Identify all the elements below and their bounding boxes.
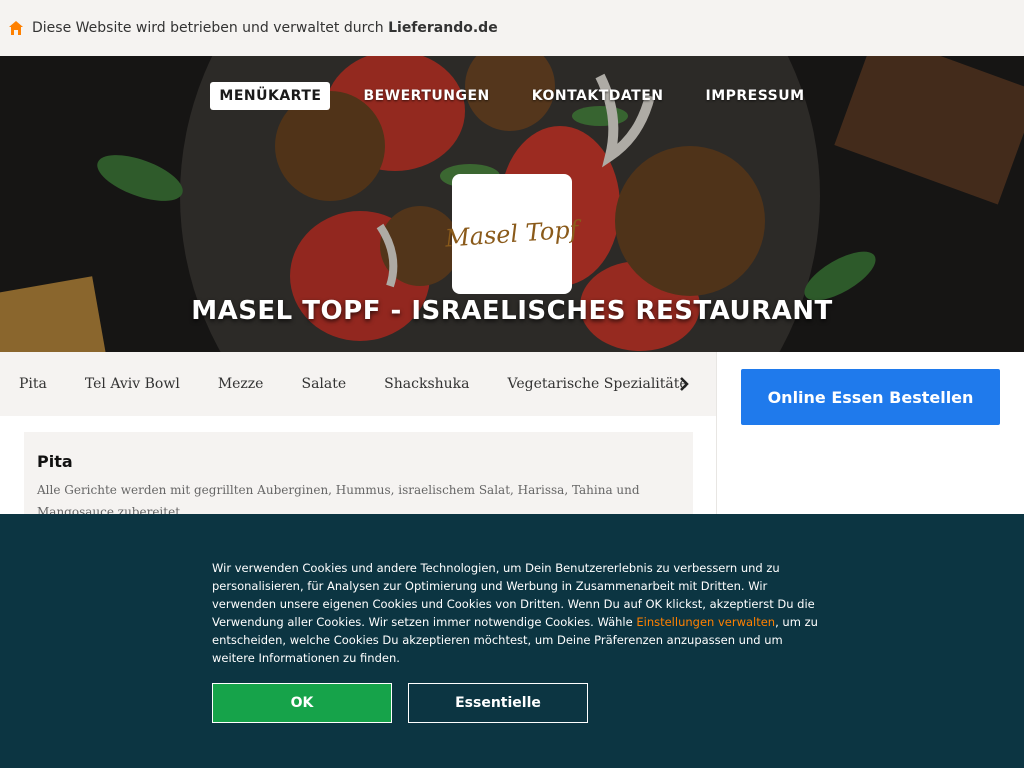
restaurant-logo: Masel Topf	[444, 174, 580, 294]
section-title: Pita	[37, 452, 73, 471]
cookie-essential-button[interactable]: Essentielle	[408, 683, 588, 723]
nav-bewertungen[interactable]: BEWERTUNGEN	[354, 82, 498, 110]
category-tab-mezze[interactable]: Mezze	[218, 376, 264, 392]
operator-text: Diese Website wird betrieben und verwalt…	[32, 20, 498, 36]
house-icon	[9, 21, 23, 35]
cookie-message: Wir verwenden Cookies und andere Technol…	[212, 559, 822, 667]
operator-bar: Diese Website wird betrieben und verwalt…	[0, 0, 1024, 56]
nav-kontaktdaten[interactable]: KONTAKTDATEN	[523, 82, 673, 110]
restaurant-title: MASEL TOPF - ISRAELISCHES RESTAURANT	[191, 296, 833, 326]
hero-banner: MENÜKARTE BEWERTUNGEN KONTAKTDATEN IMPRE…	[0, 56, 1024, 352]
order-online-button[interactable]: Online Essen Bestellen	[741, 369, 1000, 425]
main-nav: MENÜKARTE BEWERTUNGEN KONTAKTDATEN IMPRE…	[0, 82, 1024, 110]
chevron-right-icon[interactable]	[672, 372, 696, 396]
manage-settings-link[interactable]: Einstellungen verwalten	[636, 615, 775, 629]
nav-impressum[interactable]: IMPRESSUM	[696, 82, 813, 110]
category-tab-vegetarische[interactable]: Vegetarische Spezialitäte	[508, 376, 688, 392]
category-tab-shackshuka[interactable]: Shackshuka	[384, 376, 469, 392]
operator-brand[interactable]: Lieferando.de	[388, 20, 498, 36]
logo-text: Masel Topf	[444, 215, 580, 253]
category-tab-pita[interactable]: Pita	[19, 376, 47, 392]
cookie-ok-button[interactable]: OK	[212, 683, 392, 723]
nav-menukarte[interactable]: MENÜKARTE	[210, 82, 331, 110]
cookie-banner: Wir verwenden Cookies und andere Technol…	[0, 514, 1024, 768]
category-tab-tel-aviv-bowl[interactable]: Tel Aviv Bowl	[85, 376, 180, 392]
category-tab-salate[interactable]: Salate	[301, 376, 346, 392]
category-nav: Pita Tel Aviv Bowl Mezze Salate Shackshu…	[0, 352, 716, 416]
operator-prefix: Diese Website wird betrieben und verwalt…	[32, 20, 389, 36]
